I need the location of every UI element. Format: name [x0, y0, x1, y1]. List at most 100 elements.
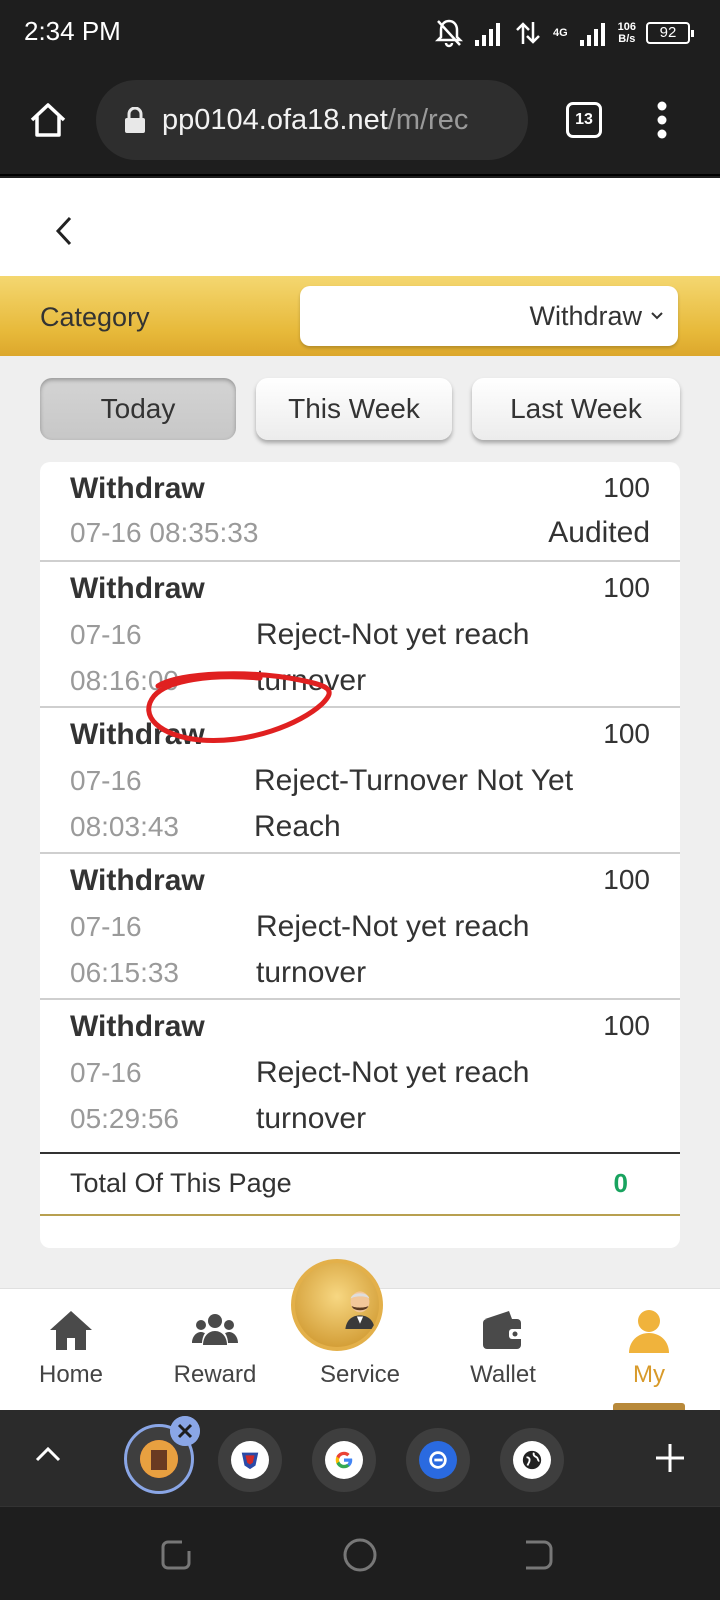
nav-my[interactable]: My [584, 1289, 714, 1410]
record-amount: 100 [603, 718, 650, 749]
record-date: 07-16 [70, 765, 142, 796]
tab-last-week[interactable]: Last Week [472, 378, 680, 440]
record-row[interactable]: Withdraw 100 07-16 08:35:33 Audited [40, 462, 680, 562]
speed-value: 106 [617, 21, 636, 33]
home-icon[interactable] [28, 100, 68, 140]
record-time: 05:29:56 [70, 1103, 179, 1134]
google-favicon-icon [325, 1441, 363, 1479]
address-bar[interactable]: pp0104.ofa18.net/m/rec [96, 80, 528, 160]
site-favicon [140, 1440, 178, 1478]
new-tab-plus-icon[interactable] [654, 1442, 686, 1474]
nav-reward-label: Reward [173, 1361, 257, 1388]
browser-toolbar: pp0104.ofa18.net/m/rec 13 [0, 66, 720, 176]
browser-favicon-icon [419, 1441, 457, 1479]
record-status-line2: turnover [256, 956, 367, 989]
url-path: /m/rec [387, 103, 469, 136]
record-row[interactable]: Withdraw 100 07-16 05:29:56 Reject-Not y… [40, 1000, 680, 1152]
status-icons: 4G 106 B/s 92 [434, 16, 694, 50]
record-amount: 100 [603, 572, 650, 603]
tab-this-week[interactable]: This Week [256, 378, 452, 440]
active-tab-indicator [613, 1403, 685, 1410]
mute-bell-icon [434, 19, 463, 48]
nav-home[interactable]: Home [6, 1289, 136, 1410]
url-host: pp0104.ofa18.net [162, 103, 388, 136]
globe-favicon-icon [513, 1441, 551, 1479]
record-amount: 100 [603, 1010, 650, 1041]
tab-today[interactable]: Today [40, 378, 236, 440]
back-icon[interactable] [52, 214, 78, 248]
category-select[interactable]: Withdraw [300, 286, 678, 346]
nav-wallet-label: Wallet [470, 1361, 536, 1388]
record-status-line1: Reject-Turnover Not Yet [254, 764, 574, 797]
tab-strip [0, 1410, 720, 1506]
back-button-icon[interactable] [520, 1537, 556, 1573]
speed-unit: B/s [618, 33, 636, 45]
profile-icon [629, 1310, 669, 1353]
total-label: Total Of This Page [70, 1168, 292, 1198]
nav-home-label: Home [38, 1361, 104, 1388]
status-time: 2:34 PM [24, 16, 121, 46]
tab-3[interactable] [312, 1428, 376, 1492]
chevron-up-icon[interactable] [34, 1444, 62, 1464]
battery-indicator: 92 [646, 22, 694, 44]
tab-4[interactable] [406, 1428, 470, 1492]
record-status-line2: turnover [256, 1102, 367, 1135]
record-status: Audited [548, 516, 650, 549]
nav-reward[interactable]: Reward [150, 1289, 280, 1410]
category-label: Category [40, 302, 150, 332]
status-bar: 2:34 PM 4G 106 B/s 92 [0, 0, 720, 66]
record-amount: 100 [603, 472, 650, 503]
home-button-icon[interactable] [342, 1537, 378, 1573]
record-status-line2: turnover [256, 664, 367, 697]
overflow-menu-icon[interactable] [656, 100, 668, 140]
record-date: 07-16 [70, 911, 142, 942]
total-value: 0 [613, 1168, 628, 1198]
network-speed: 106 B/s [618, 21, 636, 45]
nav-service[interactable]: Service [291, 1259, 425, 1410]
record-title: Withdraw [70, 864, 205, 897]
nav-wallet[interactable]: Wallet [438, 1289, 568, 1410]
record-amount: 100 [603, 864, 650, 895]
record-title: Withdraw [70, 718, 205, 751]
signal-icon [474, 23, 500, 46]
record-row[interactable]: Withdraw 100 07-16 08:16:00 Reject-Not y… [40, 562, 680, 708]
signal-icon-2 [579, 23, 605, 46]
lock-icon [125, 107, 145, 133]
record-date: 07-16 [70, 619, 142, 650]
recents-icon[interactable] [158, 1537, 194, 1573]
record-title: Withdraw [70, 1010, 205, 1043]
record-time: 08:03:43 [70, 811, 179, 842]
reward-icon [192, 1314, 238, 1345]
nav-my-label: My [633, 1361, 665, 1388]
record-date: 07-16 [70, 517, 142, 548]
data-arrows-icon [516, 22, 540, 44]
record-time: 06:15:33 [70, 957, 179, 988]
close-tab-icon[interactable] [170, 1416, 200, 1446]
nav-service-label: Service [319, 1361, 401, 1388]
system-nav-bar [0, 1506, 720, 1600]
bottom-nav: Home Reward Service Wallet My [0, 1259, 720, 1410]
page-content: Category Withdraw Today This Week Last W… [0, 178, 720, 1410]
record-status-line1: Reject-Not yet reach [256, 910, 530, 943]
tabs-button[interactable]: 13 [566, 102, 602, 138]
record-status-line2: Reach [254, 810, 341, 843]
page-header [0, 178, 720, 276]
record-title: Withdraw [70, 472, 205, 505]
record-date: 07-16 [70, 1057, 142, 1088]
category-value: Withdraw [529, 300, 642, 331]
category-bar: Category Withdraw [0, 276, 720, 356]
record-row[interactable]: Withdraw 100 07-16 08:03:43 Reject-Turno… [40, 708, 680, 854]
record-time: 08:16:00 [70, 665, 179, 696]
record-status-line1: Reject-Not yet reach [256, 1056, 530, 1089]
record-title: Withdraw [70, 572, 205, 605]
network-type: 4G [552, 27, 568, 39]
shield-favicon-icon [231, 1441, 269, 1479]
tab-2[interactable] [218, 1428, 282, 1492]
record-time: 08:35:33 [149, 517, 259, 548]
service-avatar [291, 1259, 383, 1351]
record-datetime: 07-16 08:35:33 [70, 510, 258, 556]
records-list: Withdraw 100 07-16 08:35:33 Audited With… [40, 462, 680, 1248]
home-icon [50, 1311, 92, 1350]
tab-5[interactable] [500, 1428, 564, 1492]
record-row[interactable]: Withdraw 100 07-16 06:15:33 Reject-Not y… [40, 854, 680, 1000]
